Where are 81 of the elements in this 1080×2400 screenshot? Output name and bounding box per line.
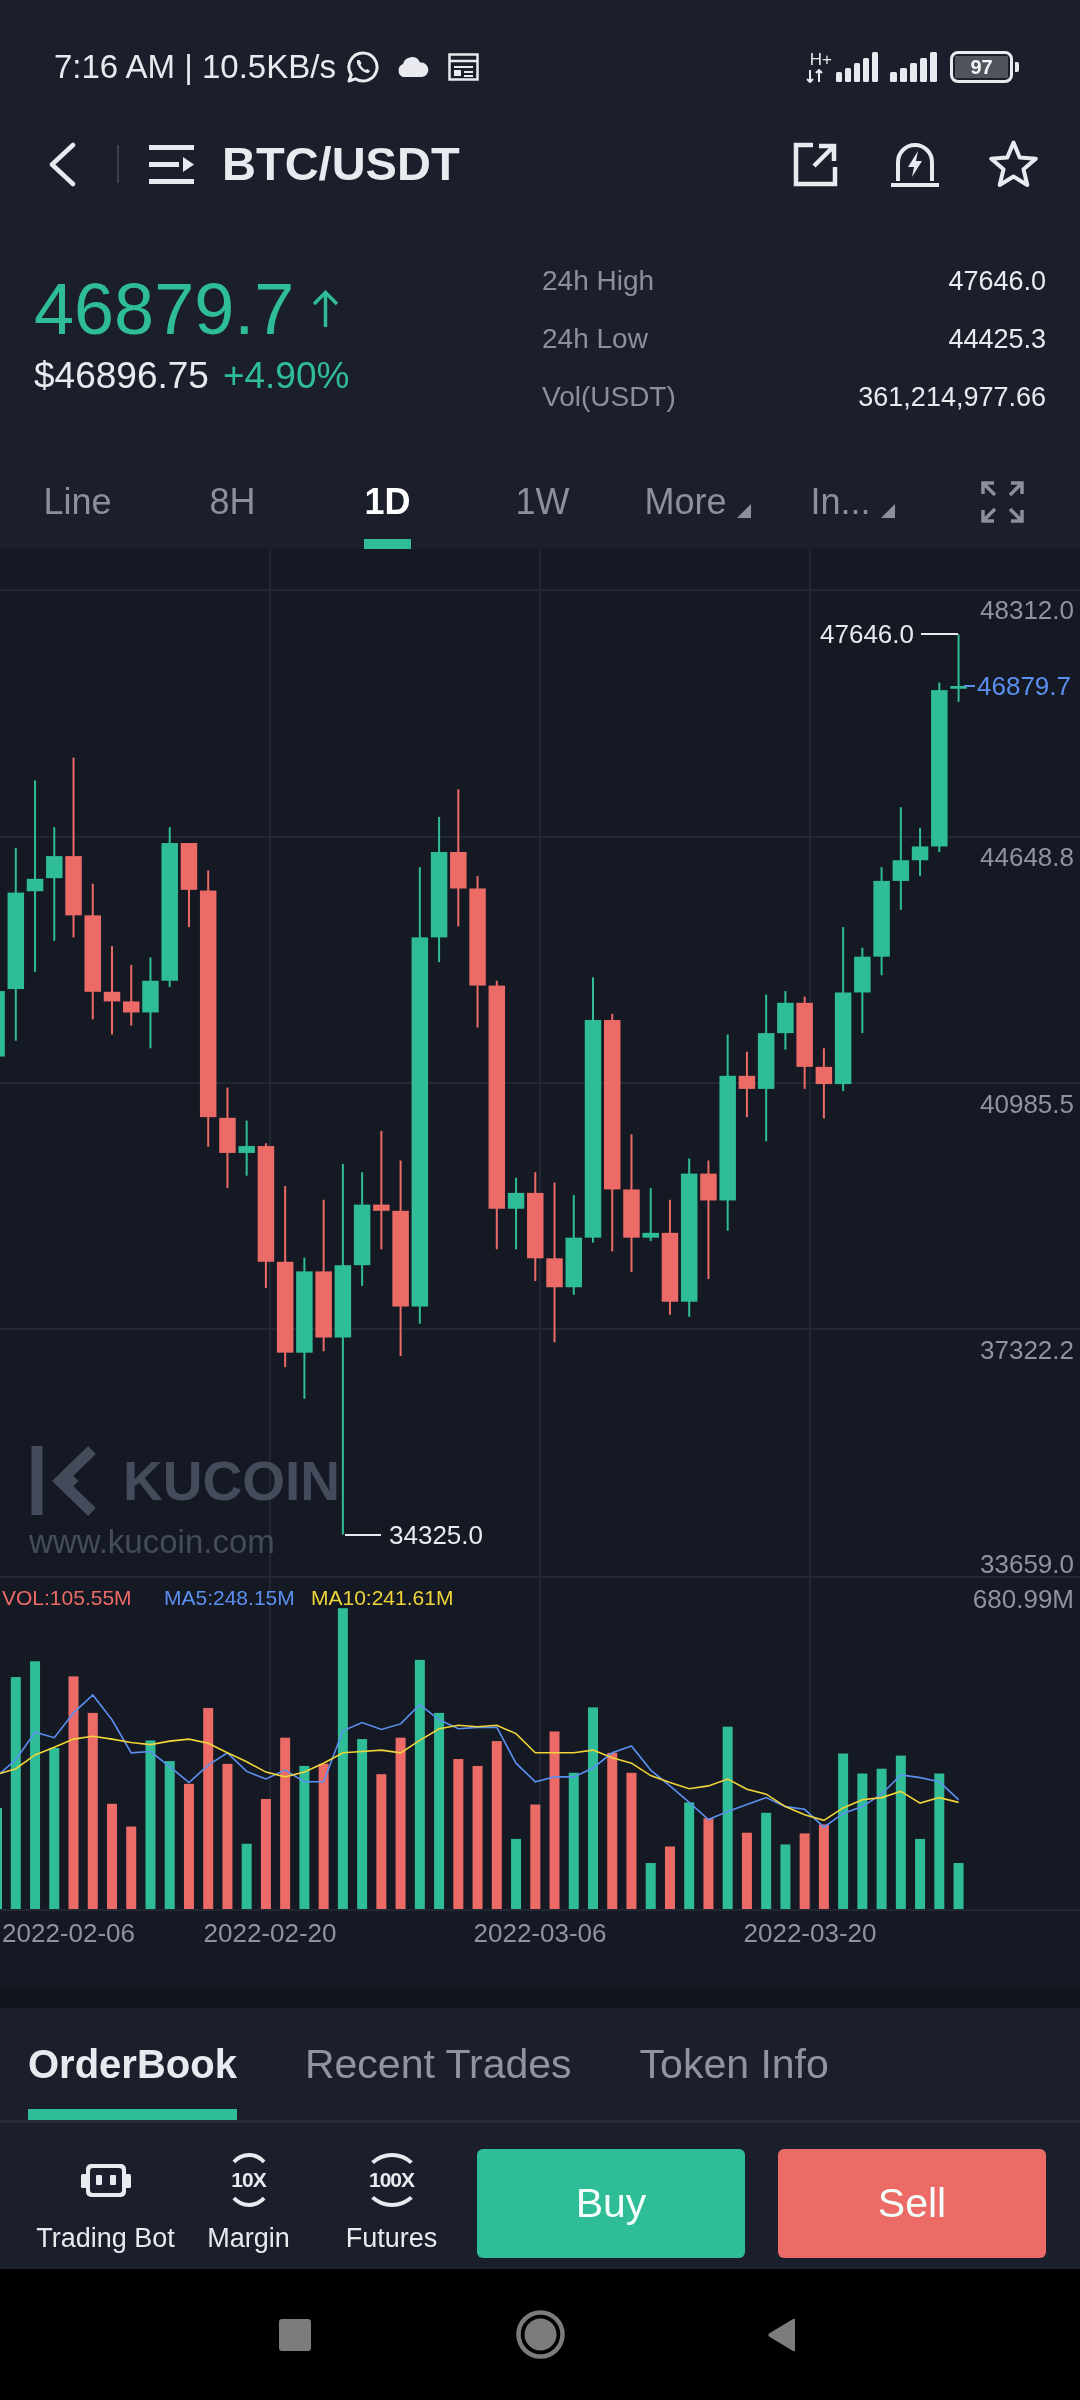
news-icon: [447, 53, 479, 81]
leverage-badge: 10X: [224, 2153, 273, 2207]
section-tab[interactable]: OrderBook: [28, 2008, 237, 2120]
date-axis-label: 2022-02-06: [2, 1918, 135, 1948]
star-icon[interactable]: [987, 139, 1040, 189]
interval-tab[interactable]: 1W: [515, 455, 570, 549]
date-axis-label: 2022-02-20: [203, 1918, 337, 1948]
shortcut-button[interactable]: 100X Futures: [320, 2123, 463, 2269]
last-price-label: 46879.7: [977, 671, 1071, 701]
share-icon[interactable]: [793, 141, 838, 187]
alarm-icon[interactable]: [890, 140, 940, 188]
price-axis-label: 37322.2: [980, 1335, 1074, 1366]
robot-icon: [80, 2161, 131, 2199]
back-icon[interactable]: [48, 141, 76, 187]
signal-icon: [836, 52, 878, 82]
interval-tab[interactable]: 8H: [209, 455, 256, 549]
shortcut-label: Margin: [207, 2222, 290, 2254]
shortcut-button[interactable]: Trading Bot: [34, 2123, 177, 2269]
volume-bar: [780, 1844, 791, 1909]
volume-bar: [511, 1838, 522, 1909]
stat-value: 361,214,977.66: [858, 381, 1046, 413]
section-tab[interactable]: Token Info: [639, 2008, 829, 2120]
volume-axis-label: 680.99M: [972, 1584, 1074, 1614]
volume-legend-label: MA5:248.15M: [164, 1585, 295, 1609]
last-price: 46879.7: [34, 268, 295, 351]
fullscreen-icon[interactable]: [981, 481, 1024, 523]
stat-label: 24h High: [542, 265, 655, 297]
network-type: H+: [809, 51, 832, 69]
status-time-speed: 7:16 AM | 10.5KB/s: [54, 47, 336, 87]
volume-bar: [241, 1843, 252, 1909]
section-tab[interactable]: Recent Trades: [304, 2008, 572, 2120]
volume-bar: [645, 1863, 656, 1909]
date-axis-label: 2022-03-20: [743, 1918, 877, 1948]
price-axis-label: 33659.0: [980, 1549, 1074, 1579]
candlestick: [950, 633, 967, 703]
nav-back-icon[interactable]: [766, 2316, 797, 2353]
leverage-badge: 100X: [362, 2153, 421, 2207]
price-axis-label: 40985.5: [980, 1088, 1074, 1119]
low-price-label: 34325.0: [389, 1520, 483, 1550]
price-change: +4.90%: [222, 354, 350, 398]
interval-tab[interactable]: Line: [43, 455, 112, 549]
up-arrow-icon: [311, 290, 341, 328]
interval-tab[interactable]: In...: [810, 455, 895, 549]
home-icon[interactable]: [516, 2310, 565, 2359]
shortcut-label: Futures: [345, 2222, 438, 2254]
price-axis-label: 48312.0: [980, 595, 1074, 625]
stat-value: 44425.3: [948, 323, 1046, 355]
volume-bar: [953, 1863, 964, 1909]
pair-title[interactable]: BTC/USDT: [222, 136, 460, 192]
candlestick: [0, 991, 5, 1057]
stat-label: Vol(USDT): [542, 381, 676, 413]
candlestick: [642, 1187, 659, 1243]
volume-bar: [664, 1846, 675, 1909]
battery-level: 97: [950, 51, 1019, 83]
interval-tab[interactable]: More: [644, 455, 751, 549]
interval-tab[interactable]: 1D: [364, 455, 411, 549]
high-price-label: 47646.0: [820, 619, 914, 649]
data-arrows-icon: [805, 69, 824, 83]
high-price-leader-line: [920, 633, 959, 635]
dropdown-triangle-icon: [736, 504, 751, 518]
stat-label: 24h Low: [542, 323, 648, 355]
low-price-leader-line: [344, 1534, 382, 1536]
price-axis-label: 44648.8: [980, 841, 1074, 872]
candlestick: [238, 1119, 255, 1177]
candlestick: [777, 990, 794, 1051]
stat-value: 47646.0: [948, 265, 1046, 297]
chat-bubble-icon: [345, 50, 380, 84]
candlestick: [123, 963, 140, 1027]
signal-icon: [890, 52, 937, 82]
shortcut-button[interactable]: 10X Margin: [177, 2123, 320, 2269]
last-price-line: [963, 685, 976, 687]
logo-icon: [31, 1446, 96, 1516]
volume-bar: [915, 1838, 926, 1909]
volume-legend-label: VOL:105.55M: [2, 1585, 132, 1609]
recents-icon[interactable]: [279, 2318, 311, 2351]
sell-button[interactable]: Sell: [778, 2149, 1046, 2258]
shortcut-label: Trading Bot: [36, 2222, 175, 2254]
dropdown-triangle-icon: [880, 504, 895, 518]
volume-legend-label: MA10:241.61M: [311, 1585, 454, 1609]
date-axis-label: 2022-03-06: [473, 1918, 607, 1948]
usd-price: $46896.75: [34, 354, 209, 398]
